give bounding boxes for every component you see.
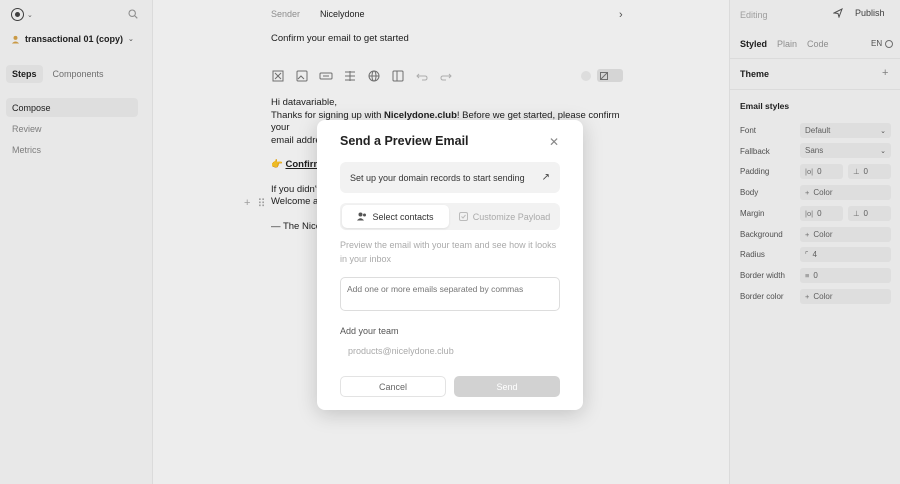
tab-select-contacts[interactable]: Select contacts [342, 205, 449, 228]
modal-description: Preview the email with your team and see… [340, 240, 557, 264]
modal-tabs: Select contacts Customize Payload [340, 203, 560, 230]
payload-icon [458, 212, 468, 221]
tab-label: Customize Payload [472, 211, 551, 222]
team-email[interactable]: products@nicelydone.club [348, 346, 454, 356]
add-team-label: Add your team [340, 326, 399, 336]
email-recipients-input[interactable] [340, 277, 560, 311]
cancel-button[interactable]: Cancel [340, 376, 446, 397]
users-icon [357, 212, 367, 221]
external-link-icon: ↗ [541, 172, 550, 183]
domain-setup-text: Set up your domain records to start send… [350, 172, 525, 183]
modal-title: Send a Preview Email [340, 134, 469, 148]
tab-customize-payload[interactable]: Customize Payload [451, 205, 558, 228]
send-button[interactable]: Send [454, 376, 560, 397]
tab-label: Select contacts [372, 211, 434, 222]
domain-setup-banner[interactable]: Set up your domain records to start send… [340, 162, 560, 193]
close-icon[interactable]: ✕ [549, 135, 559, 149]
send-preview-modal: Send a Preview Email ✕ Set up your domai… [317, 120, 583, 410]
